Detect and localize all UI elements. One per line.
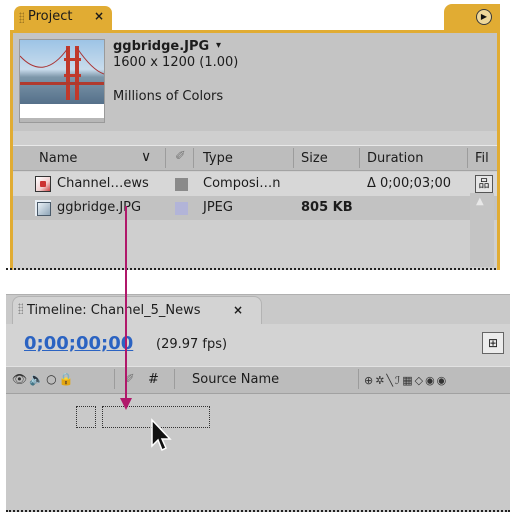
column-duration[interactable]: Duration	[367, 151, 423, 166]
item-type: Composi…n	[203, 176, 281, 191]
footage-name[interactable]: ggbridge.JPG	[113, 39, 209, 54]
sort-caret-icon[interactable]: ∨	[141, 149, 151, 165]
bridge-image	[20, 40, 104, 104]
tag-icon[interactable]: ✐	[175, 149, 186, 164]
item-name: Channel…ews	[57, 176, 149, 191]
comp-flowchart-button[interactable]: ⊞	[482, 332, 504, 354]
project-tab-title: Project	[28, 9, 73, 24]
item-type: JPEG	[203, 200, 233, 215]
timeline-column-header: 👁🔈○🔒 ✐ # Source Name ⊕✲╲ℐ▦◇◉◉	[6, 366, 510, 394]
column-file[interactable]: Fil	[475, 151, 489, 166]
item-name: ggbridge.JPG	[57, 200, 142, 215]
scroll-up-icon[interactable]: ▲	[476, 196, 484, 207]
timeline-tab-title: Timeline: Channel_5_News	[27, 303, 201, 318]
column-name[interactable]: Name	[39, 151, 77, 166]
current-time-display[interactable]: 0;00;00;00	[24, 333, 133, 354]
footage-info: ggbridge.JPG ▾ 1600 x 1200 (1.00) Millio…	[13, 33, 497, 131]
layer-switches-icons[interactable]: ⊕✲╲ℐ▦◇◉◉	[364, 374, 448, 387]
jpeg-file-icon	[35, 200, 51, 216]
tab-grip-icon[interactable]	[18, 303, 23, 314]
av-features-icons[interactable]: 👁🔈○🔒	[12, 372, 76, 386]
label-swatch[interactable]	[175, 178, 188, 191]
close-icon[interactable]: ×	[233, 303, 243, 317]
tab-grip-icon[interactable]	[19, 12, 24, 23]
column-source-name[interactable]: Source Name	[192, 372, 279, 387]
project-column-header: Name ∨ ✐ Type Size Duration Fil	[13, 145, 497, 171]
column-size[interactable]: Size	[301, 151, 328, 166]
tab-bar-spacer	[112, 12, 446, 30]
panel-menu-area: ▶	[444, 4, 500, 30]
footage-thumbnail	[19, 39, 105, 123]
timeline-tab[interactable]: Timeline: Channel_5_News ×	[12, 296, 262, 324]
footage-color-depth: Millions of Colors	[113, 89, 224, 104]
divider	[6, 268, 496, 270]
column-type[interactable]: Type	[203, 151, 233, 166]
project-tab[interactable]: Project ×	[14, 6, 112, 30]
label-swatch[interactable]	[175, 202, 188, 215]
close-icon[interactable]: ×	[94, 9, 104, 23]
project-item-row[interactable]: ggbridge.JPG JPEG 805 KB	[13, 196, 497, 220]
timeline-header: 0;00;00;00 (29.97 fps) ⊞	[6, 324, 510, 366]
column-layer-number[interactable]: #	[148, 372, 159, 387]
item-duration: Δ 0;00;03;00	[367, 176, 452, 191]
drop-target-label	[76, 406, 96, 428]
item-size: 805 KB	[301, 200, 353, 215]
tag-icon[interactable]: ✐	[124, 372, 135, 387]
scrollbar[interactable]: ▲	[470, 193, 494, 267]
footage-dimensions: 1600 x 1200 (1.00)	[113, 55, 239, 70]
chevron-down-icon[interactable]: ▾	[216, 40, 221, 51]
panel-menu-icon[interactable]: ▶	[476, 9, 492, 25]
mouse-cursor-icon	[151, 418, 172, 452]
frame-rate: (29.97 fps)	[156, 337, 228, 352]
project-item-row[interactable]: Channel…ews Composi…n Δ 0;00;03;00 品	[13, 172, 497, 196]
project-panel: ggbridge.JPG ▾ 1600 x 1200 (1.00) Millio…	[10, 30, 500, 270]
composition-icon	[35, 176, 51, 192]
flowchart-icon[interactable]: 品	[475, 175, 493, 193]
